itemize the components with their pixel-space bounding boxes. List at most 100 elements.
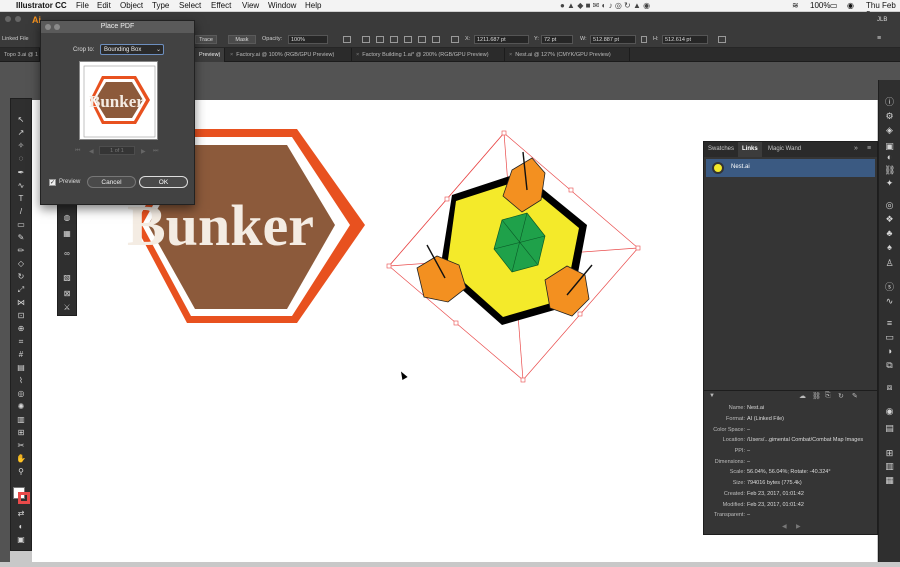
next-link-icon[interactable]: ▶ [796,523,801,530]
hand-tool-icon[interactable]: ✋ [16,454,26,464]
direct-selection-tool-icon[interactable]: ↗ [16,128,26,138]
pen-tool-icon[interactable]: ✒ [16,168,26,178]
menu-type[interactable]: Type [152,1,169,10]
update-link-icon[interactable]: ↻ [838,392,844,400]
tab-factory-building[interactable]: × Factory Building 1.ai* @ 200% (RGB/GPU … [352,48,505,62]
menu-icon[interactable]: ≡ [877,35,881,42]
eraser-tool-icon[interactable]: ◇ [16,259,26,269]
artboard-tool-icon[interactable]: ⊞ [16,428,26,438]
paintbrush-tool-icon[interactable]: ✎ [16,233,26,243]
links-icon[interactable]: ⛓ [884,165,895,176]
libraries-icon[interactable]: ▣ [884,141,895,152]
image-trace-button[interactable]: Trace [195,35,217,44]
magic-wand-icon[interactable]: ✦ [884,178,895,189]
edit-original-icon[interactable]: ✎ [852,392,858,400]
scale-tool-icon[interactable]: ⤢ [16,285,26,295]
relink-icon[interactable]: ⛓ [812,392,821,400]
free-transform-tool-icon[interactable]: ⊡ [16,311,26,321]
lasso-tool-icon[interactable]: ◌ [16,154,26,164]
tab-magic-wand[interactable]: Magic Wand [764,142,805,157]
menu-window[interactable]: Window [268,1,296,10]
magic-wand-tool-icon[interactable]: ✧ [16,141,26,151]
color-icon[interactable]: ◐ [884,152,895,163]
info-icon[interactable]: ⓘ [884,97,895,108]
close-icon[interactable]: × [356,52,359,58]
perspective-grid-tool-icon[interactable]: ⌗ [16,337,26,347]
shape-builder-tool-icon[interactable]: ⊕ [16,324,26,334]
crop-to-select[interactable]: Bounding Box ⌄ [100,44,164,55]
print-tiling-tool-icon[interactable]: ▧ [62,273,72,283]
align-center-icon[interactable] [376,36,384,43]
menu-app-name[interactable]: Illustrator CC [16,1,67,10]
puppet-warp-tool-icon[interactable]: ▦ [62,229,72,239]
screen-mode-icon[interactable]: ▣ [16,535,26,545]
shaper-tool-icon[interactable]: ◍ [62,213,72,223]
status-icons[interactable]: ● ▲ ◆ ■ ✉ ◐ ♪ ◎ ↻ ▲ ◉ [560,1,650,10]
artboards-icon[interactable]: ⧈ [884,382,895,393]
opacity-field[interactable]: 100% [288,35,328,44]
show-info-toggle-icon[interactable]: ▼ [709,393,715,399]
type-tool-icon[interactable]: T [16,194,26,204]
user-initials[interactable]: JLB [877,17,887,23]
menu-edit[interactable]: Edit [97,1,111,10]
symbols-icon[interactable]: ♠ [884,242,895,253]
rectangle-tool-icon[interactable]: ▭ [16,220,26,230]
linked-file-link[interactable]: Linked File [2,36,29,42]
transparency-icon[interactable]: ◑ [884,346,895,357]
layers-icon[interactable]: ◈ [884,125,895,136]
align-left-icon[interactable] [362,36,370,43]
pathfinder-icon[interactable]: ⧉ [884,360,895,371]
menu-select[interactable]: Select [179,1,201,10]
cc-libraries-icon[interactable]: ☁ [799,392,806,400]
dialog-close-button[interactable] [45,24,51,30]
stroke-swatch[interactable] [18,492,30,504]
page-field[interactable]: 1 of 1 [99,146,135,155]
svg-interactivity-icon[interactable]: ⓢ [884,282,895,293]
eyedropper-tool-icon[interactable]: ⌇ [16,376,26,386]
window-close-button[interactable] [5,16,11,22]
graphic-styles-icon[interactable]: ❖ [884,214,895,225]
menu-effect[interactable]: Effect [211,1,231,10]
align-right-icon[interactable] [390,36,398,43]
gradient-tool-icon[interactable]: ▤ [16,363,26,373]
width-tool-icon[interactable]: ⋈ [16,298,26,308]
collapse-panel-icon[interactable]: » [854,145,858,152]
battery-icon[interactable]: ▭ [830,1,838,10]
go-to-link-icon[interactable]: ⎘ [825,392,831,400]
align-middle-icon[interactable] [418,36,426,43]
tab-topo[interactable]: Topo 3.ai @ 1 [0,48,40,62]
swap-fill-stroke-icon[interactable]: ⇄ [16,509,26,519]
menu-object[interactable]: Object [120,1,143,10]
line-tool-icon[interactable]: / [16,207,26,217]
character-icon[interactable]: ▥ [884,461,895,472]
ok-button[interactable]: OK [139,176,188,188]
h-field[interactable]: 512.614 pt [662,35,708,44]
curvature-tool-icon[interactable]: ∿ [16,181,26,191]
mesh-tool-alt-icon[interactable]: ⊠ [62,289,72,299]
zoom-tool-icon[interactable]: ⚲ [16,467,26,477]
mask-button[interactable]: Mask [228,35,256,44]
rotate-tool-icon[interactable]: ↻ [16,272,26,282]
knife-tool-icon[interactable]: ⚔ [62,303,72,313]
last-page-icon[interactable]: ⏭ [153,148,158,155]
slice-tool-icon[interactable]: ✂ [16,441,26,451]
pencil-tool-icon[interactable]: ✏ [16,246,26,256]
close-icon[interactable]: × [509,52,512,58]
paragraph-icon[interactable]: ▦ [884,475,895,486]
properties-icon[interactable]: ⚙ [884,111,895,122]
w-field[interactable]: 512.887 pt [590,35,636,44]
transform-icon[interactable] [343,36,351,43]
menu-file[interactable]: File [76,1,89,10]
tab-links[interactable]: Links [738,142,762,157]
dialog-minimize-button[interactable] [54,24,60,30]
link-row-selected[interactable]: Nest.ai [706,159,875,177]
align-icon[interactable]: ≡ [884,318,895,329]
close-icon[interactable]: × [230,52,233,58]
x-field[interactable]: 1211.687 pt [474,35,529,44]
align-bottom-icon[interactable] [432,36,440,43]
mesh-tool-icon[interactable]: # [16,350,26,360]
transform-each-icon[interactable] [718,36,726,43]
symbol-sprayer-tool-icon[interactable]: ✺ [16,402,26,412]
document-info-icon[interactable]: ▤ [884,423,895,434]
brushes-icon[interactable]: ♣ [884,228,895,239]
